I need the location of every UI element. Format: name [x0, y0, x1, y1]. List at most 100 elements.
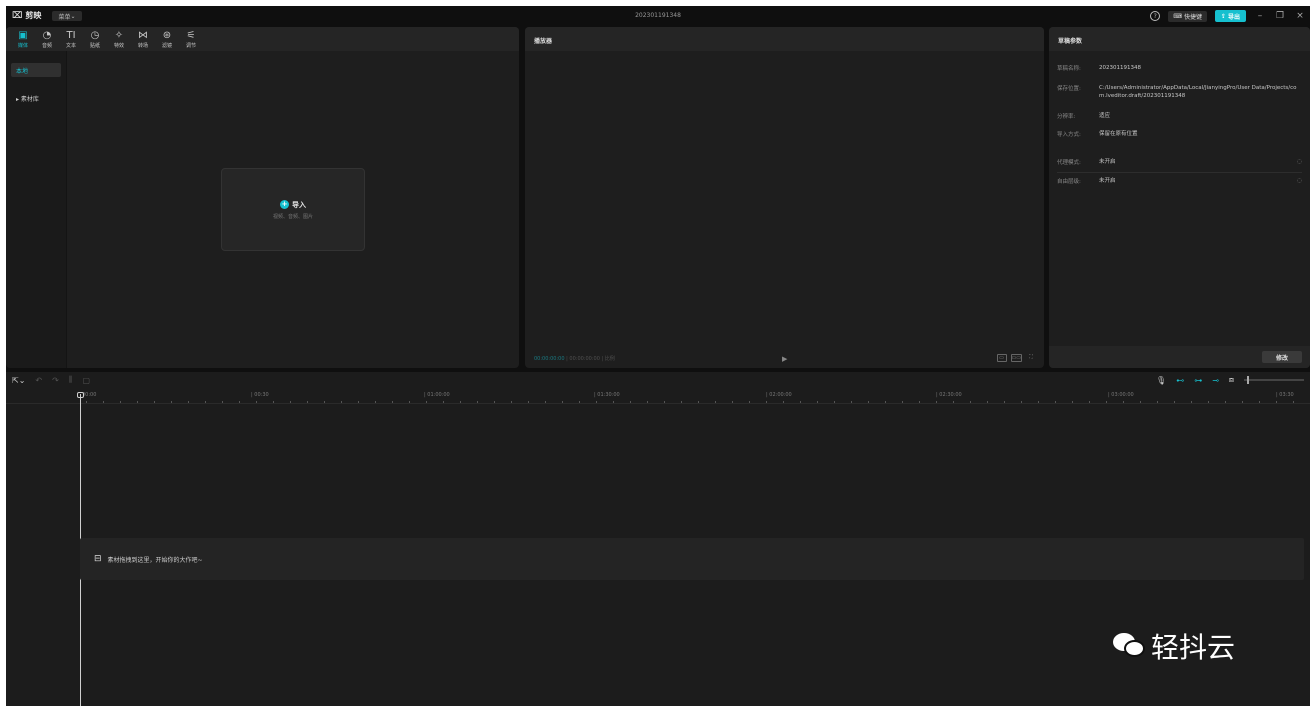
title-bar: ⌧ 剪映 菜单 ⌄ 202301191348 ? ⌨ 快捷键 ⇪ 导出 – ❐ … — [6, 6, 1310, 26]
timecode: 00:00:00:00 | 00:00:00:00 | 比例 — [534, 356, 615, 362]
param-key: 草稿名称: — [1057, 66, 1081, 72]
media-icon: ▣ — [18, 29, 28, 41]
params-footer: 修改 — [1049, 346, 1310, 368]
undo-icon[interactable]: ↶ — [35, 376, 42, 385]
export-icon: ⇪ — [1220, 12, 1226, 20]
adjust-icon: ⚟ — [186, 29, 196, 41]
param-value: 适应 — [1099, 113, 1111, 119]
audio-icon: ◔ — [42, 29, 52, 41]
param-import-mode: 导入方式: 保留在原有位置 — [1057, 130, 1302, 138]
split-icon[interactable]: ⫼ — [69, 375, 73, 385]
draft-params-panel: 草稿参数 草稿名称: 202301191348 保存位置: C:/Users/A… — [1049, 27, 1310, 368]
close-icon[interactable]: × — [1294, 11, 1306, 21]
tab-label: 调节 — [185, 42, 196, 49]
info-icon[interactable]: ◌ — [1297, 177, 1302, 185]
ruler-tick: | 02:30:00 — [936, 392, 962, 398]
tab-sticker[interactable]: ◷ 贴纸 — [86, 27, 104, 51]
side-nav-local[interactable]: 本地 — [11, 63, 61, 77]
export-label: 导出 — [1227, 13, 1240, 21]
keyboard-icon: ⌨ — [1173, 12, 1182, 20]
watermark: 轻抖云 — [1113, 626, 1235, 666]
info-icon[interactable]: ◌ — [1297, 158, 1302, 166]
param-value: 202301191348 — [1099, 65, 1141, 71]
modify-button[interactable]: 修改 — [1262, 351, 1302, 363]
param-key: 代理模式: — [1057, 160, 1081, 166]
import-dropzone[interactable]: + 导入 视频、音频、图片 — [221, 168, 365, 251]
side-nav-library[interactable]: ▸ 素材库 — [11, 91, 61, 105]
preview-quality-icon[interactable]: ▭ — [996, 354, 1007, 362]
film-strip-icon: ⊟ — [94, 554, 102, 564]
param-draft-name: 草稿名称: 202301191348 — [1057, 64, 1302, 72]
import-label: 导入 — [292, 200, 306, 209]
tab-label: 转场 — [137, 42, 148, 49]
magnet-snap-icon[interactable]: ⊶ — [1194, 376, 1202, 385]
plus-icon: + — [280, 200, 289, 209]
ruler-tick: | 02:00:00 — [766, 392, 792, 398]
tab-filter[interactable]: ⊛ 滤镜 — [158, 27, 176, 51]
main-track-dropzone[interactable]: ⊟ 素材拖拽到这里，开始你的大作吧~ — [80, 538, 1304, 580]
transition-icon: ⋈ — [138, 29, 148, 41]
param-key: 导入方式: — [1057, 132, 1081, 138]
project-title: 202301191348 — [635, 12, 681, 19]
param-key: 分辨率: — [1057, 114, 1076, 120]
param-value: 未开启 — [1099, 159, 1116, 165]
link-main-track-icon[interactable]: ⊷ — [1176, 376, 1184, 385]
param-save-location: 保存位置: C:/Users/Administrator/AppData/Loc… — [1057, 84, 1302, 100]
tab-label: 特效 — [113, 42, 124, 49]
effects-icon: ✧ — [114, 29, 124, 41]
ruler-tick: | 01:30:00 — [594, 392, 620, 398]
param-resolution: 分辨率: 适应 — [1057, 112, 1302, 120]
jianying-app-window: ⌧ 剪映 菜单 ⌄ 202301191348 ? ⌨ 快捷键 ⇪ 导出 – ❐ … — [6, 6, 1310, 706]
minimize-icon[interactable]: – — [1254, 11, 1266, 21]
player-controls: 00:00:00:00 | 00:00:00:00 | 比例 ▶ ▭ ▭▭ ⛶ — [525, 350, 1044, 368]
param-key: 保存位置: — [1057, 86, 1081, 92]
tab-audio[interactable]: ◔ 音频 — [38, 27, 56, 51]
zoom-slider[interactable] — [1244, 376, 1304, 384]
timeline-toolbar: ⇱⌄ ↶ ↷ ⫼ ▢ 🎙 ⊷ ⊶ ⊸ ⧈ — [6, 372, 1310, 390]
preview-axis-icon[interactable]: ⧈ — [1229, 375, 1234, 385]
ruler-tick: | 00:30 — [251, 392, 269, 398]
params-divider — [1057, 172, 1302, 173]
tab-label: 音频 — [41, 42, 52, 49]
time-ruler[interactable]: 00:00 | 00:30 | 01:00:00 | 01:30:00 | 02… — [6, 392, 1310, 404]
tab-media[interactable]: ▣ 媒体 — [14, 27, 32, 51]
drop-hint: 素材拖拽到这里，开始你的大作吧~ — [107, 556, 203, 564]
watermark-text: 轻抖云 — [1151, 631, 1236, 664]
tab-effects[interactable]: ✧ 特效 — [110, 27, 128, 51]
tab-label: 媒体 — [17, 42, 28, 49]
param-proxy-mode: 代理模式: 未开启 ◌ — [1057, 158, 1302, 166]
player-title: 播放器 — [525, 27, 1044, 51]
timecode-total: 00:00:00:00 — [569, 356, 600, 362]
redo-icon[interactable]: ↷ — [52, 376, 59, 385]
tab-label: 贴纸 — [89, 42, 100, 49]
tab-label: 文本 — [65, 42, 76, 49]
tool-tabs: ▣ 媒体 ◔ 音频 TI 文本 ◷ 贴纸 ✧ 特效 ⋈ 转场 ⊛ 滤镜 ⚟ 调节 — [6, 27, 519, 51]
media-side-nav: 本地 ▸ 素材库 — [6, 51, 67, 368]
ruler-tick: 00:00 — [82, 392, 97, 398]
tab-transition[interactable]: ⋈ 转场 — [134, 27, 152, 51]
select-tool-icon[interactable]: ⇱⌄ — [12, 376, 25, 385]
linkage-icon[interactable]: ⊸ — [1212, 376, 1219, 385]
shortcut-button[interactable]: ⌨ 快捷键 — [1168, 10, 1207, 22]
microphone-icon[interactable]: 🎙 — [1156, 376, 1166, 385]
shortcut-label: 快捷键 — [1183, 13, 1202, 21]
tab-label: 滤镜 — [161, 42, 172, 49]
export-button[interactable]: ⇪ 导出 — [1214, 10, 1246, 22]
tab-text[interactable]: TI 文本 — [62, 27, 80, 51]
fullscreen-icon[interactable]: ⛶ — [1026, 354, 1036, 362]
ruler-tick: | 01:00:00 — [424, 392, 450, 398]
ratio-dropdown[interactable]: 比例 — [605, 356, 615, 362]
param-value: C:/Users/Administrator/AppData/Local/Jia… — [1099, 85, 1297, 99]
delete-icon[interactable]: ▢ — [83, 376, 91, 385]
play-icon[interactable]: ▶ — [782, 355, 787, 363]
help-icon[interactable]: ? — [1150, 11, 1161, 21]
import-button[interactable]: + 导入 — [280, 200, 306, 210]
params-title: 草稿参数 — [1049, 27, 1310, 51]
ruler-tick: | 03:00:00 — [1108, 392, 1134, 398]
maximize-icon[interactable]: ❐ — [1274, 11, 1286, 21]
aspect-ratio-icon[interactable]: ▭▭ — [1010, 354, 1022, 362]
tab-adjust[interactable]: ⚟ 调节 — [182, 27, 200, 51]
wechat-icon — [1113, 631, 1147, 661]
text-icon: TI — [66, 29, 76, 41]
import-hint: 视频、音频、图片 — [272, 213, 313, 220]
